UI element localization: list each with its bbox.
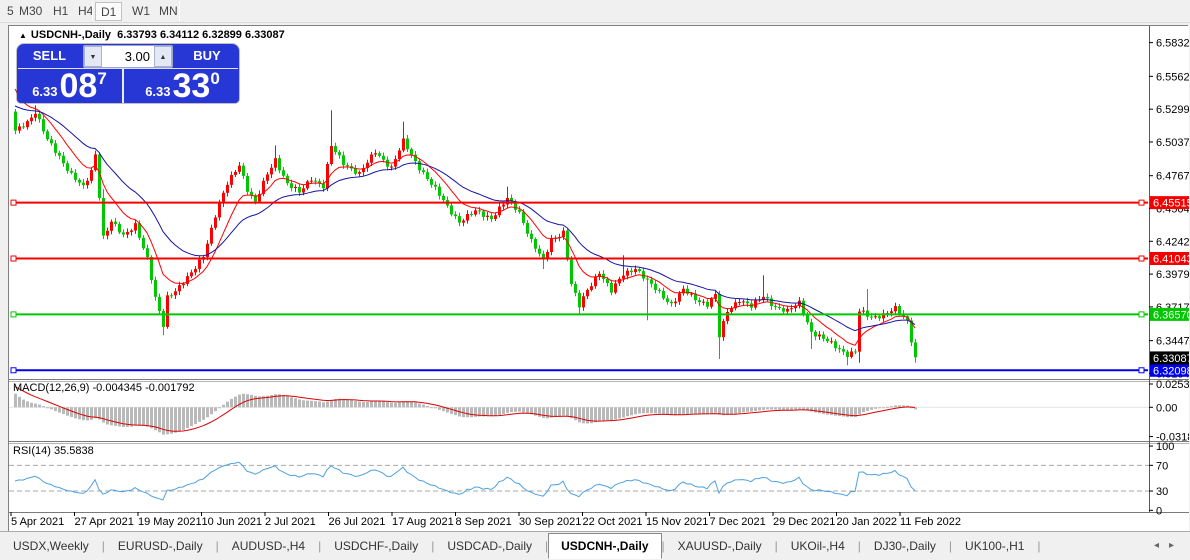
buy-button[interactable]: BUY [175, 44, 239, 68]
svg-text:6.47670: 6.47670 [1156, 171, 1189, 183]
chart-symbol-label: USDCNH-,Daily [31, 29, 111, 41]
svg-text:5 Apr 2021: 5 Apr 2021 [11, 516, 64, 528]
svg-text:7 Dec 2021: 7 Dec 2021 [710, 516, 766, 528]
tab-xauusd-daily[interactable]: XAUUSD-,Daily [665, 534, 775, 558]
volume-decrease-button[interactable]: ▼ [84, 46, 102, 67]
tab-eurusd-daily[interactable]: EURUSD-,Daily [105, 534, 216, 558]
one-click-trade-panel: SELL ▼ ▲ BUY 6.33087 6.33330 [17, 44, 239, 103]
volume-increase-button[interactable]: ▲ [154, 46, 172, 67]
svg-text:30: 30 [1156, 486, 1168, 498]
svg-text:6.32098: 6.32098 [1153, 365, 1189, 377]
rsi-value: 35.5838 [54, 445, 94, 457]
symbol-tab-bar: USDX,Weekly|EURUSD-,Daily|AUDUSD-,H4|USD… [0, 531, 1190, 560]
tab-uk100-h1[interactable]: UK100-,H1 [952, 534, 1037, 558]
svg-text:15 Nov 2021: 15 Nov 2021 [646, 516, 708, 528]
svg-text:30 Sep 2021: 30 Sep 2021 [519, 516, 581, 528]
tab-usdcad-daily[interactable]: USDCAD-,Daily [434, 534, 545, 558]
svg-text:11 Feb 2022: 11 Feb 2022 [900, 516, 961, 528]
sell-button[interactable]: SELL [17, 44, 82, 68]
level-line-handle[interactable] [11, 368, 16, 373]
timeframe-button-m30[interactable]: M30 [14, 2, 47, 21]
svg-text:6.39795: 6.39795 [1156, 269, 1189, 281]
tab-audusd-h4[interactable]: AUDUSD-,H4 [219, 534, 318, 558]
tab-scroll-arrows: ◂▸ [1154, 540, 1184, 551]
sell-price-display[interactable]: 6.33087 [17, 69, 124, 103]
chart-window: 6.583206.556206.529956.503706.476706.450… [8, 25, 1188, 531]
svg-text:6.50370: 6.50370 [1156, 137, 1189, 149]
timeframe-button-w1[interactable]: W1 [127, 2, 155, 21]
svg-text:6.42420: 6.42420 [1156, 236, 1189, 248]
svg-text:70: 70 [1156, 460, 1168, 472]
level-line-handle[interactable] [1139, 312, 1144, 317]
svg-text:6.58320: 6.58320 [1156, 38, 1189, 50]
svg-text:6.45515: 6.45515 [1153, 198, 1189, 210]
macd-signal-value: -0.001792 [145, 382, 195, 394]
chart-title: ▲ USDCNH-,Daily 6.33793 6.34112 6.32899 6… [19, 29, 285, 41]
svg-text:20 Jan 2022: 20 Jan 2022 [837, 516, 898, 528]
timeframe-button-h1[interactable]: H1 [48, 2, 73, 21]
timeframe-toolbar: 5M30H1H4D1W1MN [0, 0, 1190, 23]
svg-text:0.00: 0.00 [1156, 402, 1177, 414]
svg-text:6.34470: 6.34470 [1156, 336, 1189, 348]
svg-text:6.36570: 6.36570 [1153, 309, 1189, 321]
tab-separator: | [1037, 539, 1040, 553]
toolbar-separator [179, 1, 180, 21]
svg-text:8 Sep 2021: 8 Sep 2021 [456, 516, 512, 528]
tab-dj30-daily[interactable]: DJ30-,Daily [861, 534, 949, 558]
svg-text:6.33087: 6.33087 [1153, 353, 1189, 365]
svg-text:6.52995: 6.52995 [1156, 104, 1189, 116]
tab-ukoil-h4[interactable]: UKOil-,H4 [778, 534, 858, 558]
svg-text:6.55620: 6.55620 [1156, 71, 1189, 83]
tab-scroll-right-icon[interactable]: ▸ [1169, 540, 1184, 551]
level-line-handle[interactable] [11, 312, 16, 317]
macd-main-value: -0.004345 [92, 382, 142, 394]
timeframe-button-d1[interactable]: D1 [95, 2, 122, 21]
svg-text:0: 0 [1156, 505, 1162, 517]
svg-text:100: 100 [1156, 441, 1174, 453]
svg-text:19 May 2021: 19 May 2021 [138, 516, 202, 528]
level-line-handle[interactable] [11, 200, 16, 205]
volume-stepper: ▼ ▲ [83, 45, 173, 68]
level-line-handle[interactable] [1139, 368, 1144, 373]
buy-price-display[interactable]: 6.33330 [126, 69, 239, 103]
svg-text:17 Aug 2021: 17 Aug 2021 [392, 516, 454, 528]
volume-input[interactable] [102, 46, 154, 67]
svg-text:22 Oct 2021: 22 Oct 2021 [583, 516, 643, 528]
level-line-handle[interactable] [1139, 200, 1144, 205]
rsi-label: RSI(14) 35.5838 [13, 445, 94, 457]
panel-collapse-icon[interactable]: ▲ [19, 31, 27, 40]
svg-text:29 Dec 2021: 29 Dec 2021 [773, 516, 835, 528]
level-line-handle[interactable] [1139, 256, 1144, 261]
tab-usdx-weekly[interactable]: USDX,Weekly [0, 534, 102, 558]
svg-text:10 Jun 2021: 10 Jun 2021 [202, 516, 263, 528]
chart-ohlc-values: 6.33793 6.34112 6.32899 6.33087 [117, 29, 285, 41]
svg-text:26 Jul 2021: 26 Jul 2021 [329, 516, 386, 528]
level-line-handle[interactable] [11, 256, 16, 261]
toolbar-separator [92, 1, 93, 21]
svg-text:2 Jul 2021: 2 Jul 2021 [265, 516, 316, 528]
svg-text:0.025357: 0.025357 [1156, 379, 1189, 391]
tab-usdchf-daily[interactable]: USDCHF-,Daily [321, 534, 431, 558]
macd-label: MACD(12,26,9) -0.004345 -0.001792 [13, 382, 195, 394]
tab-usdcnh-daily[interactable]: USDCNH-,Daily [548, 533, 661, 559]
svg-text:27 Apr 2021: 27 Apr 2021 [75, 516, 134, 528]
svg-text:6.41043: 6.41043 [1153, 254, 1189, 266]
tab-scroll-left-icon[interactable]: ◂ [1154, 540, 1169, 551]
